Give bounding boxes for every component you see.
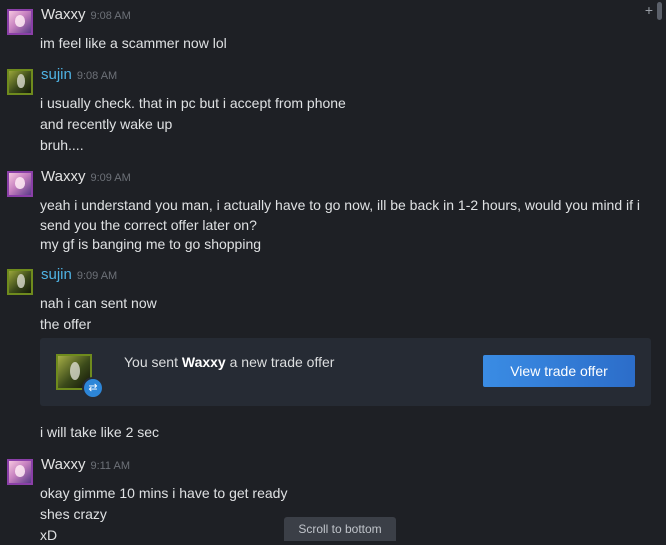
timestamp: 9:09 AM bbox=[90, 172, 131, 184]
trade-arrows-icon: ⇄ bbox=[82, 377, 104, 399]
avatar-sujin[interactable] bbox=[7, 269, 33, 295]
trade-offer-text: You sent Waxxy a new trade offer bbox=[124, 354, 334, 370]
message-text: bruh.... bbox=[40, 137, 84, 153]
username-waxxy[interactable]: Waxxy 9:08 AM bbox=[41, 6, 131, 23]
avatar-waxxy[interactable] bbox=[7, 9, 33, 35]
message-text: xD bbox=[40, 527, 58, 543]
plus-icon[interactable]: + bbox=[642, 3, 656, 17]
view-trade-offer-button[interactable]: View trade offer bbox=[483, 355, 635, 387]
timestamp: 9:08 AM bbox=[90, 10, 131, 22]
message-text: and recently wake up bbox=[40, 116, 173, 132]
timestamp: 9:11 AM bbox=[90, 460, 130, 472]
scrollbar[interactable] bbox=[657, 2, 662, 20]
message-text: yeah i understand you man, i actually ha… bbox=[40, 197, 641, 233]
username-sujin[interactable]: sujin 9:09 AM bbox=[41, 266, 117, 283]
message-text: my gf is banging me to go shopping bbox=[40, 236, 262, 252]
avatar-sujin[interactable] bbox=[7, 69, 33, 95]
scroll-to-bottom-button[interactable]: Scroll to bottom bbox=[284, 517, 396, 541]
message-text: im feel like a scammer now lol bbox=[40, 35, 227, 51]
trade-offer-card: ⇄ You sent Waxxy a new trade offer View … bbox=[40, 338, 651, 406]
avatar-waxxy[interactable] bbox=[7, 171, 33, 197]
timestamp: 9:09 AM bbox=[76, 270, 118, 282]
message-text: i usually check. that in pc but i accept… bbox=[40, 95, 346, 111]
trade-offer-suffix: a new trade offer bbox=[229, 354, 335, 370]
username-sujin[interactable]: sujin 9:08 AM bbox=[41, 66, 117, 83]
trade-offer-recipient: Waxxy bbox=[181, 354, 226, 370]
message-text: i will take like 2 sec bbox=[40, 424, 160, 440]
chat-log: Waxxy 9:08 AM im feel like a scammer now … bbox=[0, 0, 666, 543]
timestamp: 9:08 AM bbox=[76, 70, 118, 82]
trade-offer-prefix: You sent bbox=[124, 354, 178, 370]
avatar-waxxy[interactable] bbox=[7, 459, 33, 485]
username-waxxy[interactable]: Waxxy 9:09 AM bbox=[41, 168, 131, 185]
message-text: shes crazy bbox=[40, 506, 107, 522]
message-text: nah i can sent now bbox=[40, 295, 157, 311]
message-text: okay gimme 10 mins i have to get ready bbox=[40, 485, 288, 501]
username-waxxy[interactable]: Waxxy 9:11 AM bbox=[41, 456, 130, 473]
message-text: the offer bbox=[40, 316, 92, 332]
